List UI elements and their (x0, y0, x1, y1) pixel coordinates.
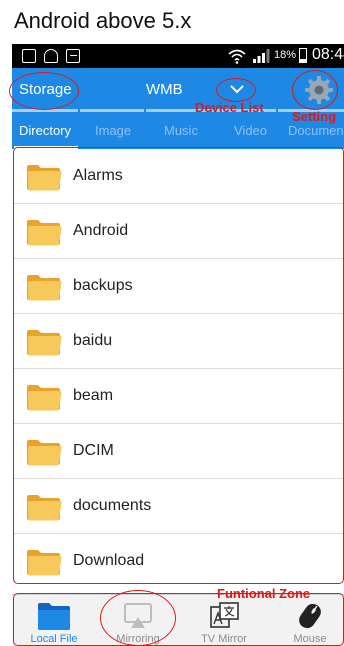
device-list-annotation: Device List (195, 100, 264, 115)
file-list-highlight (13, 147, 344, 584)
image-icon (66, 49, 80, 63)
functional-zone-annotation: Funtional Zone (217, 586, 311, 601)
signal-icon (253, 49, 270, 63)
setting-highlight (292, 70, 338, 110)
setting-annotation: Setting (292, 109, 337, 124)
wifi-icon (228, 49, 246, 64)
tab-directory[interactable]: Directory (19, 123, 71, 138)
battery-icon (299, 48, 307, 63)
mirroring-highlight (100, 590, 176, 646)
screenshot-icon (22, 49, 36, 63)
tab-image[interactable]: Image (95, 123, 131, 138)
status-bar: 18% 08:44 (12, 44, 344, 68)
tab-documents[interactable]: Documen (288, 123, 344, 138)
storage-highlight (9, 72, 79, 110)
status-time: 08:44 (312, 46, 344, 63)
device-name[interactable]: WMB (146, 81, 183, 98)
tab-music[interactable]: Music (164, 123, 198, 138)
battery-percent: 18% (274, 49, 297, 61)
notification-icon (44, 49, 58, 63)
page-heading: Android above 5.x (14, 8, 192, 33)
tab-video[interactable]: Video (234, 123, 267, 138)
device-list-highlight (216, 78, 256, 102)
